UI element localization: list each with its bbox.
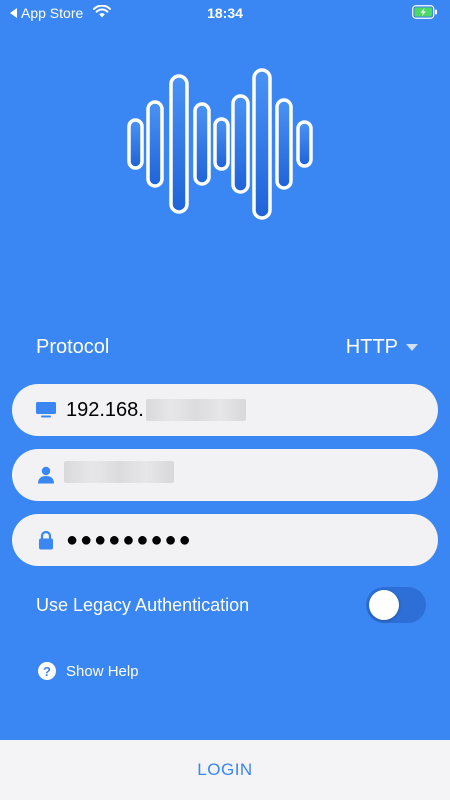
show-help-link[interactable]: ? Show Help xyxy=(38,662,139,680)
user-icon xyxy=(36,466,56,484)
username-input[interactable] xyxy=(12,449,438,501)
redacted-username xyxy=(64,461,174,483)
status-time: 18:34 xyxy=(207,5,243,21)
battery-charging-icon xyxy=(412,5,438,22)
help-label: Show Help xyxy=(66,662,139,680)
password-value: ●●●●●●●●● xyxy=(66,528,193,551)
legacy-auth-row: Use Legacy Authentication xyxy=(36,586,426,624)
host-value: 192.168. xyxy=(66,399,246,422)
protocol-row: Protocol HTTP xyxy=(36,334,418,360)
username-value xyxy=(64,461,174,489)
lock-icon xyxy=(36,530,56,550)
login-button[interactable]: LOGIN xyxy=(0,740,450,800)
sound-wave-icon xyxy=(120,64,320,229)
chevron-down-icon xyxy=(406,343,418,351)
protocol-label: Protocol xyxy=(36,335,110,358)
protocol-dropdown[interactable]: HTTP xyxy=(346,336,418,359)
question-icon: ? xyxy=(38,662,56,680)
legacy-auth-label: Use Legacy Authentication xyxy=(36,594,250,615)
monitor-icon xyxy=(36,402,56,418)
login-screen: App Store 18:34 Protocol HTTP 192.168. ●… xyxy=(0,0,450,800)
login-label: LOGIN xyxy=(197,760,253,779)
status-bar: App Store 18:34 xyxy=(0,0,450,26)
redacted-host xyxy=(145,399,246,421)
legacy-auth-toggle[interactable] xyxy=(366,587,426,623)
protocol-value: HTTP xyxy=(345,335,398,358)
toggle-knob xyxy=(369,590,399,620)
host-text: 192.168. xyxy=(66,398,144,421)
password-input[interactable]: ●●●●●●●●● xyxy=(12,514,438,566)
host-input[interactable]: 192.168. xyxy=(12,384,438,436)
